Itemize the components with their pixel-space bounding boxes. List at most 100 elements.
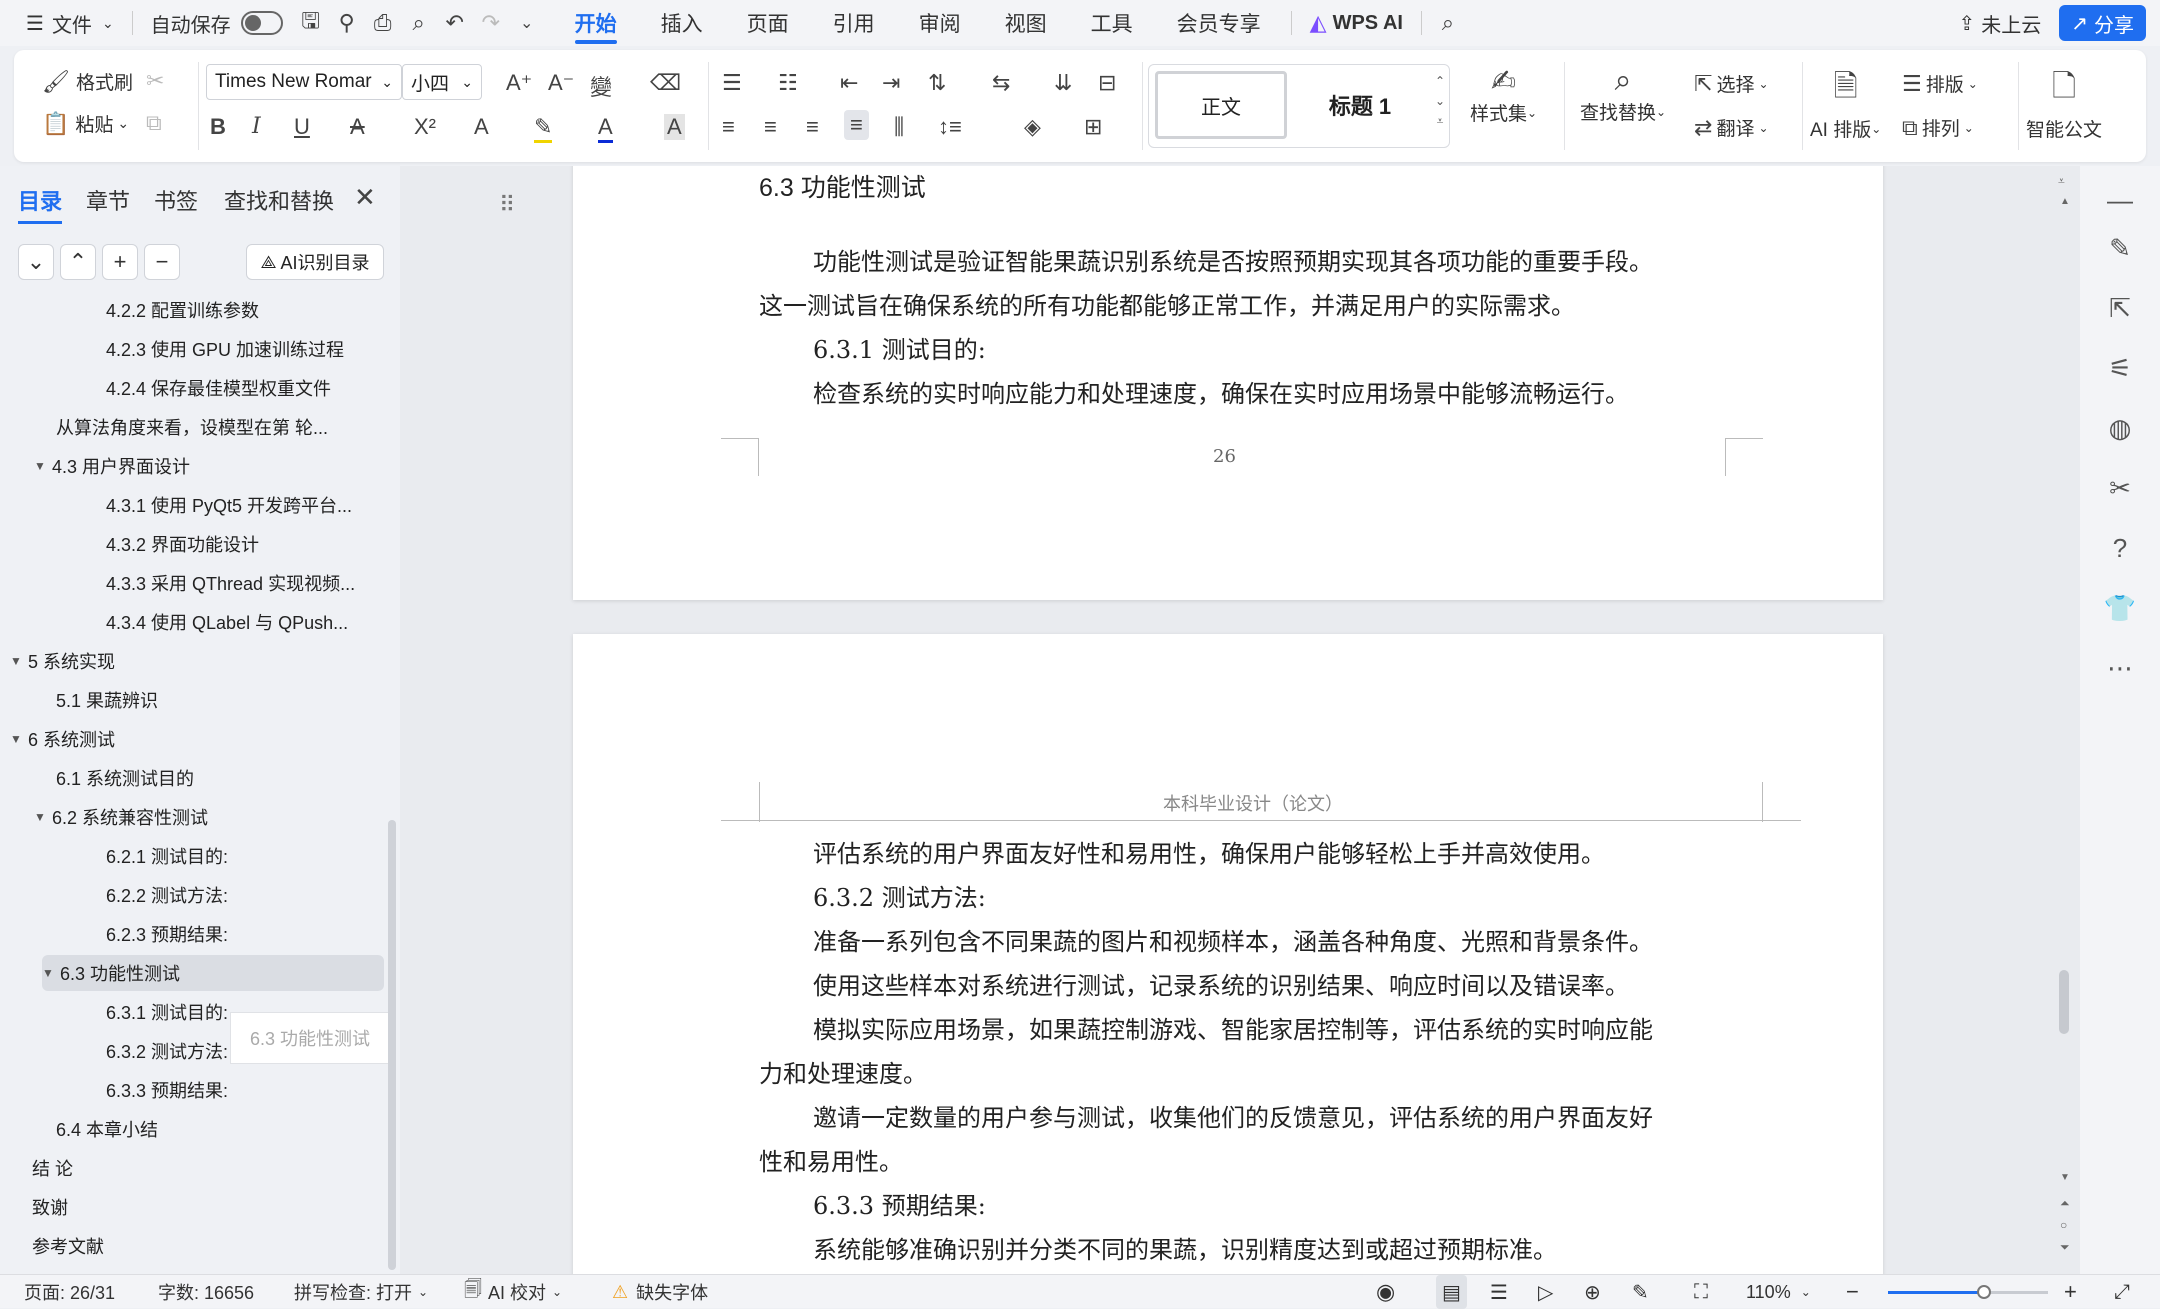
body-paragraph[interactable]: 检查系统的实时响应能力和处理速度，确保在实时应用场景中能够流畅运行。 [813,374,1629,409]
tab-member[interactable]: 会员专享 [1155,0,1283,46]
sort-icon[interactable]: ⇊ [1054,70,1072,96]
remove-icon[interactable]: − [144,244,180,280]
style-normal[interactable]: 正文 [1155,71,1287,139]
prev-page-icon[interactable]: ⏶ [2060,1196,2070,1211]
tab-insert[interactable]: 插入 [639,0,725,46]
save-icon[interactable]: 🖫 [293,5,329,41]
page-indicator[interactable]: 页面: 26/31 [24,1275,115,1309]
style-scroll[interactable]: ⌃ ⌄ ⩡ [1435,71,1445,131]
missing-font-button[interactable]: ⚠ 缺失字体 [612,1275,708,1309]
tab-sections[interactable]: 章节 [86,184,130,216]
font-size-select[interactable]: 小四 ⌄ [402,64,482,100]
highlight-icon[interactable]: ✎ [534,114,553,143]
toc-item[interactable]: ▼ 4.3 用户界面设计 [34,448,362,484]
toc-item[interactable]: ▼ 6 系统测试 [10,721,362,757]
text-effect-icon[interactable]: A [474,114,489,140]
play-icon[interactable]: ▷ [1538,1275,1553,1309]
italic-icon[interactable]: I [252,114,261,139]
select-button[interactable]: ⇱ 选择 ⌄ [1694,70,1769,97]
strikethrough-icon[interactable]: A [350,114,365,140]
browse-object-icon[interactable]: ○ [2060,1218,2067,1232]
search-icon[interactable]: ⌕ [1430,5,1466,41]
zoom-select[interactable]: 110% ⌄ [1746,1275,1811,1309]
increase-indent-icon[interactable]: ⇥ [882,70,900,96]
shading-icon[interactable]: ◈ [1024,114,1041,140]
tab-reference[interactable]: 引用 [811,0,897,46]
toc-item[interactable]: 6.2.1 测试目的: [106,838,384,874]
toc-item[interactable]: ▼ 6.2 系统兼容性测试 [34,799,362,835]
style-heading1[interactable]: 标题 1 [1295,71,1425,139]
more-icon[interactable]: ⋯ [2102,650,2138,686]
body-paragraph[interactable]: 邀请一定数量的用户参与测试，收集他们的反馈意见，评估系统的用户界面友好 [813,1098,1653,1133]
body-paragraph[interactable]: 力和处理速度。 [759,1054,927,1089]
pointer-icon[interactable]: ⇱ [2102,290,2138,326]
decrease-indent-icon[interactable]: ⇤ [840,70,858,96]
format-painter-button[interactable]: 🖌 格式刷 [42,68,133,95]
tools-icon[interactable]: ✂ [2102,470,2138,506]
tab-toc[interactable]: 目录 [18,184,63,224]
borders-icon[interactable]: ⊞ [1084,114,1102,140]
text-direction-icon[interactable]: ⇅ [928,70,946,96]
tab-tools[interactable]: 工具 [1069,0,1155,46]
shirt-icon[interactable]: 👕 [2102,590,2138,626]
arrange-button[interactable]: ⧉ 排列 ⌄ [1902,114,1974,141]
font-name-select[interactable]: Times New Romar ⌄ [206,64,402,100]
subheading-6-3-3[interactable]: 6.3.3 预期结果: [813,1186,986,1221]
tab-review[interactable]: 审阅 [897,0,983,46]
print-preview-icon[interactable]: ⌕ [401,5,437,41]
ai-proofread-button[interactable]: 🗐 AI 校对 ⌄ [464,1275,562,1309]
file-menu[interactable]: ☰ 文件 ⌄ [0,0,124,46]
paste-button[interactable]: 📋 粘贴 ⌄ [42,110,129,137]
body-paragraph[interactable]: 系统能够准确识别并分类不同的果蔬，识别精度达到或超过预期标准。 [813,1230,1557,1265]
fullscreen-icon[interactable]: ⤢ [2114,1275,2130,1309]
bold-icon[interactable]: B [210,114,226,140]
annotate-icon[interactable]: ✎ [1632,1275,1649,1309]
justify-icon[interactable]: ≡ [844,110,869,140]
scroll-down-icon[interactable]: ▼ [2060,1172,2070,1183]
toc-item[interactable]: 结 论 [32,1150,384,1186]
toc-item[interactable]: 6.2.2 测试方法: [106,877,384,913]
ai-toc-button[interactable]: ⟁ AI识别目录 [246,244,384,280]
align-right-icon[interactable]: ≡ [806,114,819,140]
typeset-button[interactable]: ☰ 排版 ⌄ [1902,70,1978,97]
help-icon[interactable]: ? [2102,530,2138,566]
word-count[interactable]: 字数: 16656 [158,1275,254,1309]
toc-item[interactable]: 6.1 系统测试目的 [56,760,384,796]
drag-handle-icon[interactable]: ⠿ [499,192,515,218]
toc-item[interactable]: 参考文献 [32,1228,384,1264]
line-spacing-icon[interactable]: ↕≡ [938,114,962,140]
grow-font-icon[interactable]: A⁺ [506,70,532,96]
zoom-slider-knob[interactable] [1977,1285,1991,1299]
adjust-icon[interactable]: ⚟ [2102,350,2138,386]
style-set-button[interactable]: ✍ 样式集 ⌄ [1470,64,1537,126]
toc-item[interactable]: 4.3.3 采用 QThread 实现视频... [106,565,384,601]
body-paragraph[interactable]: 准备一系列包含不同果蔬的图片和视频样本，涵盖各种角度、光照和背景条件。 [813,922,1653,957]
scroll-thumb[interactable] [2059,970,2069,1034]
add-icon[interactable]: + [102,244,138,280]
toc-item[interactable]: 4.3.4 使用 QLabel 与 QPush... [106,604,384,640]
body-paragraph[interactable]: 功能性测试是验证智能果蔬识别系统是否按照预期实现其各项功能的重要手段。 [813,242,1653,277]
page-view-icon[interactable]: ▤ [1436,1275,1467,1309]
heading-6-3[interactable]: 6.3 功能性测试 [759,168,926,204]
toc-scrollbar[interactable] [388,820,396,1270]
subheading-6-3-1[interactable]: 6.3.1 测试目的: [813,330,986,365]
toc-item[interactable]: 4.3.1 使用 PyQt5 开发跨平台... [106,487,384,523]
tab-find-replace[interactable]: 查找和替换 [224,184,334,216]
outline-view-icon[interactable]: ☰ [1490,1275,1508,1309]
toc-item[interactable]: 6.3.3 预期结果: [106,1072,384,1108]
numbered-list-icon[interactable]: ☷ [778,70,798,96]
swap-icon[interactable]: ⇆ [992,70,1010,96]
tab-view[interactable]: 视图 [983,0,1069,46]
toc-item[interactable]: 6.4 本章小结 [56,1111,384,1147]
expand-triangle-icon[interactable]: ▼ [42,966,60,980]
cloud-status[interactable]: ⇪ 未上云 [1948,0,2051,46]
more-chevron-icon[interactable]: ⌄ [509,5,545,41]
toc-item[interactable]: 4.2.4 保存最佳模型权重文件 [106,370,384,406]
toc-item[interactable]: 4.2.3 使用 GPU 加速训练过程 [106,331,384,367]
toc-item[interactable]: 从算法角度来看，设模型在第 轮... [56,409,384,445]
subheading-6-3-2[interactable]: 6.3.2 测试方法: [813,878,986,913]
collapse-chevron-icon[interactable]: ⌄ [18,244,54,280]
zoom-slider[interactable] [1888,1285,2048,1299]
superscript-icon[interactable]: X² [414,114,436,140]
autosave[interactable]: 自动保存 [141,0,293,46]
